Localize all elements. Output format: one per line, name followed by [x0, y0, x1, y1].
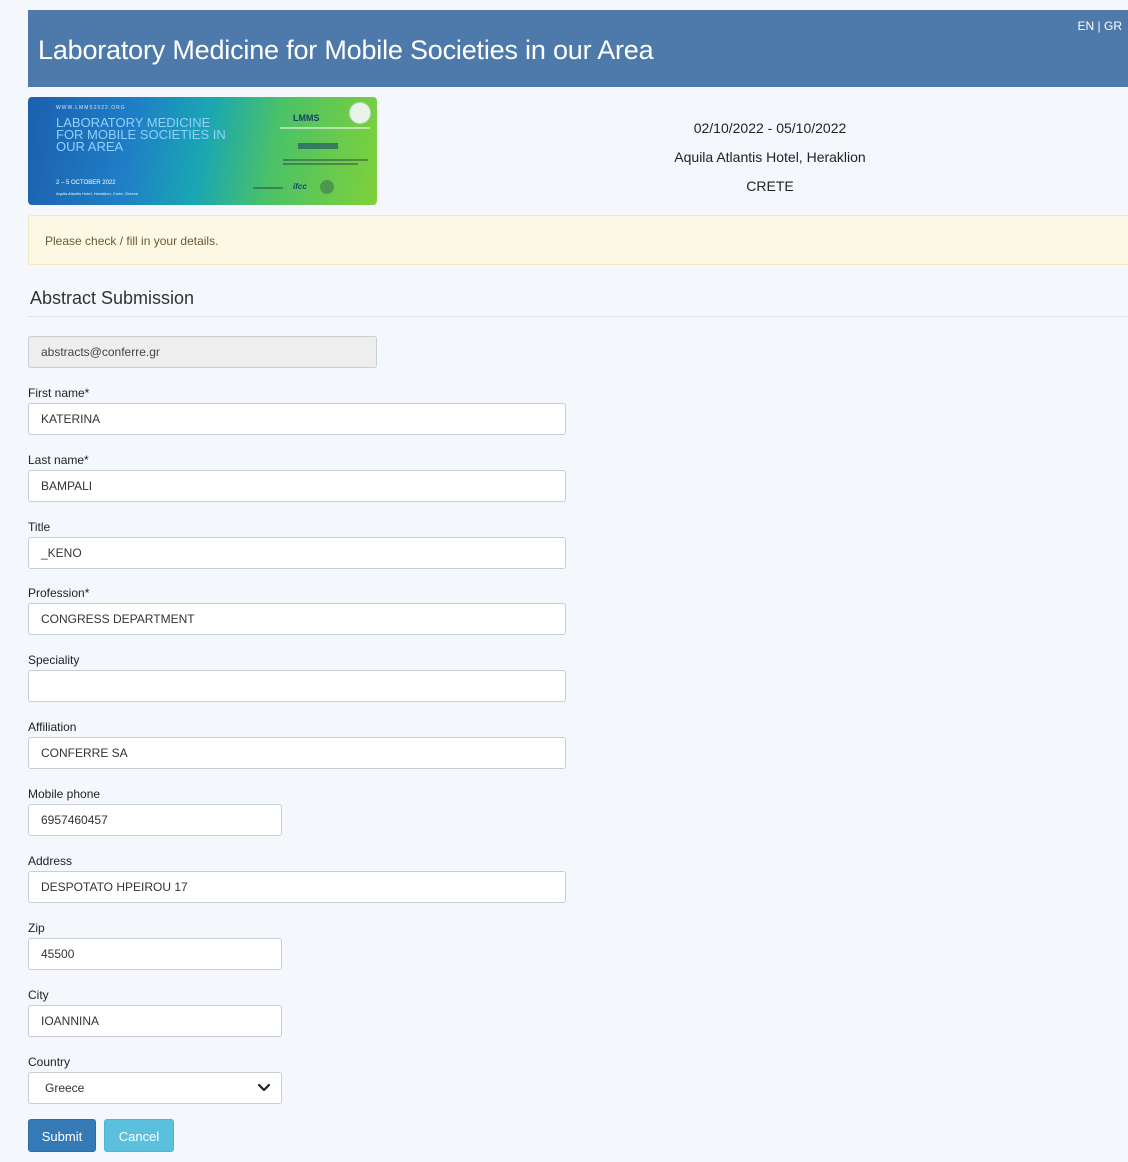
profession-input[interactable]: CONGRESS DEPARTMENT: [28, 603, 566, 635]
event-venue: Aquila Atlantis Hotel, Heraklion: [674, 149, 866, 165]
submit-button[interactable]: Submit: [28, 1119, 96, 1152]
title-group: Title _KENO: [28, 520, 566, 569]
last-name-group: Last name* BAMPALI: [28, 453, 566, 502]
country-select[interactable]: Greece: [28, 1072, 282, 1104]
language-switcher: EN | GR: [1078, 19, 1122, 33]
zip-input[interactable]: 45500: [28, 938, 282, 970]
address-label: Address: [28, 854, 73, 868]
country-selected-value: Greece: [45, 1081, 85, 1095]
banner-title: LABORATORY MEDICINE FOR MOBILE SOCIETIES…: [56, 115, 226, 154]
city-label: City: [28, 988, 49, 1002]
page-title: Laboratory Medicine for Mobile Societies…: [38, 35, 654, 65]
mobile-phone-group: Mobile phone 6957460457: [28, 787, 282, 836]
email-field-group: abstracts@conferre.gr: [28, 336, 377, 368]
last-name-label: Last name*: [28, 453, 89, 467]
event-place: CRETE: [746, 178, 794, 194]
lmms-logo: LMMS: [293, 113, 320, 123]
address-group: Address DESPOTATO HPEIROU 17: [28, 854, 566, 903]
title-label: Title: [28, 520, 51, 534]
ifcc-logo: ifcc: [293, 182, 307, 191]
speciality-label: Speciality: [28, 653, 80, 667]
city-input[interactable]: IOANNINA: [28, 1005, 282, 1037]
first-name-label: First name*: [28, 386, 90, 400]
event-dates: 02/10/2022 - 05/10/2022: [693, 120, 847, 136]
seal-icon: [320, 180, 334, 194]
lang-gr-link[interactable]: GR: [1104, 19, 1122, 33]
speciality-group: Speciality: [28, 653, 566, 702]
mobile-phone-label: Mobile phone: [28, 787, 101, 801]
badge-icon: [349, 102, 371, 124]
banner-website: WWW.LMMS2022.ORG: [56, 105, 126, 111]
affiliation-group: Affiliation CONFERRE SA: [28, 720, 566, 769]
last-name-input[interactable]: BAMPALI: [28, 470, 566, 502]
banner-dates: 2 – 5 OCTOBER 2022: [56, 180, 116, 186]
first-name-input[interactable]: KATERINA: [28, 403, 566, 435]
banner-decoration: [253, 187, 283, 189]
conference-banner-image: WWW.LMMS2022.ORG LABORATORY MEDICINE FOR…: [28, 97, 377, 205]
email-field[interactable]: abstracts@conferre.gr: [28, 336, 377, 368]
title-input[interactable]: _KENO: [28, 537, 566, 569]
speciality-input[interactable]: [28, 670, 566, 702]
lang-separator: |: [1094, 19, 1104, 33]
zip-label: Zip: [28, 921, 45, 935]
country-label: Country: [28, 1055, 71, 1069]
address-input[interactable]: DESPOTATO HPEIROU 17: [28, 871, 566, 903]
zip-group: Zip 45500: [28, 921, 282, 970]
profession-label: Profession*: [28, 586, 90, 600]
banner-decoration: [280, 127, 370, 129]
chevron-down-icon: [257, 1083, 271, 1092]
event-info: 02/10/2022 - 05/10/2022 Aquila Atlantis …: [590, 114, 950, 201]
lang-en-link[interactable]: EN: [1078, 19, 1095, 33]
banner-location: Aquila Atlantis Hotel, Heraklion, Crete,…: [56, 191, 139, 196]
affiliation-label: Affiliation: [28, 720, 77, 734]
profession-group: Profession* CONGRESS DEPARTMENT: [28, 586, 566, 635]
first-name-group: First name* KATERINA: [28, 386, 566, 435]
alert-message: Please check / fill in your details.: [28, 215, 1128, 265]
city-group: City IOANNINA: [28, 988, 282, 1037]
mobile-phone-input[interactable]: 6957460457: [28, 804, 282, 836]
banner-decoration: [283, 163, 358, 165]
section-title: Abstract Submission: [30, 288, 195, 308]
section-divider: [28, 316, 1128, 317]
banner-decoration: [283, 159, 368, 161]
banner-decoration: [298, 143, 338, 149]
country-group: Country Greece: [28, 1055, 282, 1104]
cancel-button[interactable]: Cancel: [104, 1119, 174, 1152]
page-header: Laboratory Medicine for Mobile Societies…: [28, 10, 1128, 87]
affiliation-input[interactable]: CONFERRE SA: [28, 737, 566, 769]
